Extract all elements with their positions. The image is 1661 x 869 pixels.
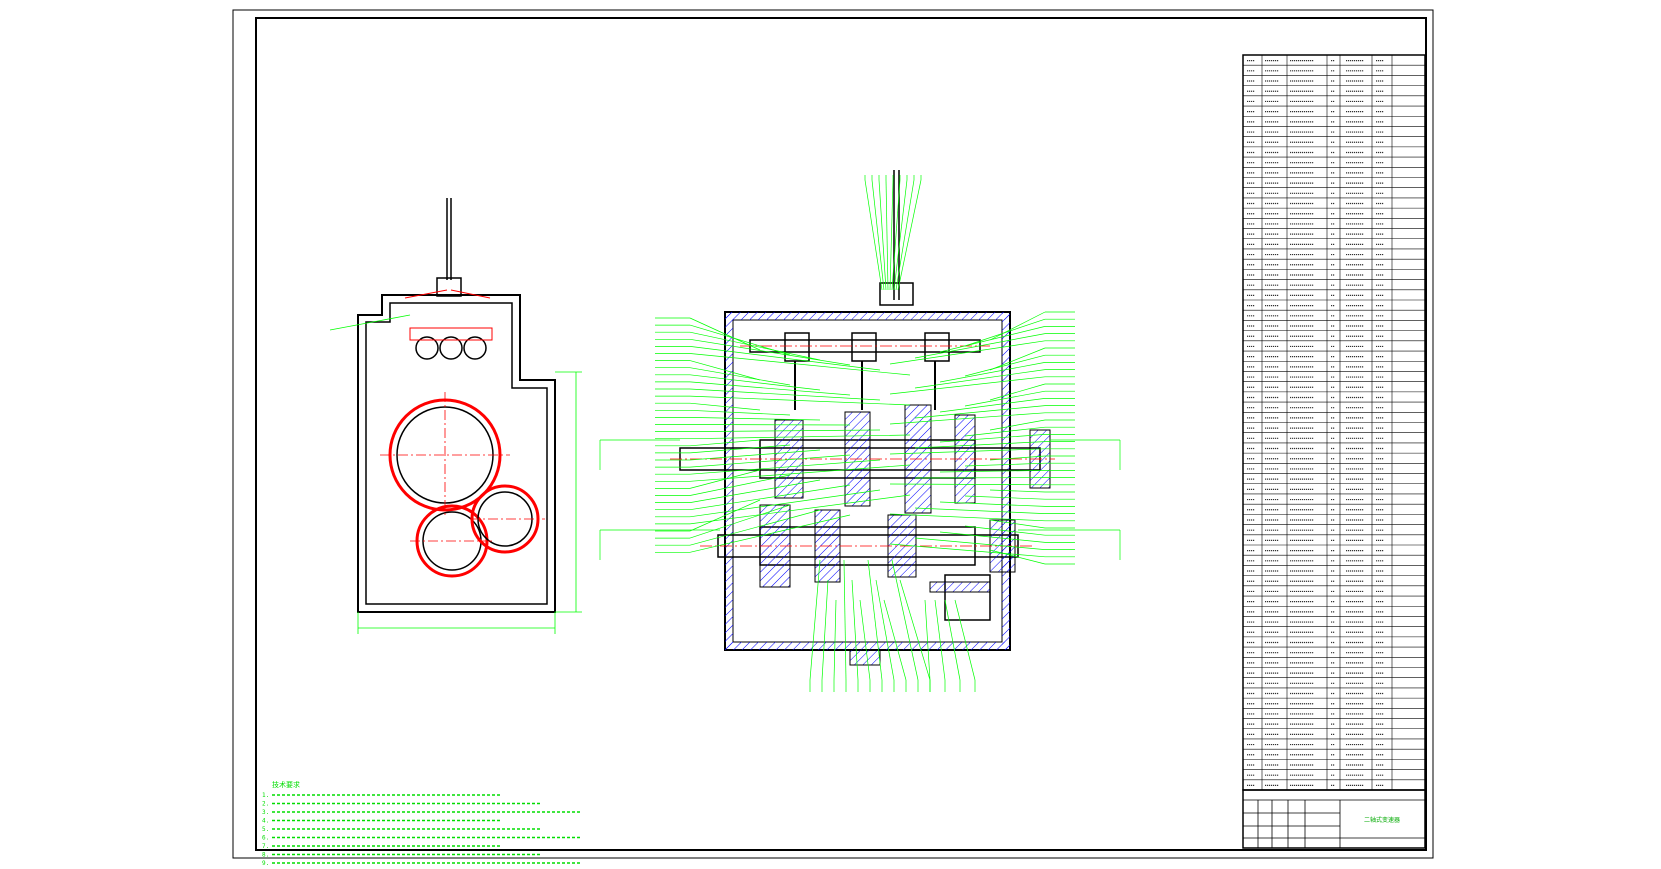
part-leader-line xyxy=(890,377,1045,394)
part-leader-line xyxy=(886,180,888,290)
part-leader-line xyxy=(690,495,910,524)
note-line-number: 5. xyxy=(262,826,269,833)
cad-drawing-sheet: 技术要求 1. 2.3. 4.5. 6.7. 8.9. 二轴式变速器 xyxy=(0,0,1661,865)
part-leader-line xyxy=(940,362,1045,382)
part-leader-line xyxy=(940,502,1045,506)
note-line-number: 4. xyxy=(262,818,269,825)
note-line-number: 8. xyxy=(262,852,269,859)
part-leader-line xyxy=(990,384,1045,400)
note-line-number: 9. xyxy=(262,860,269,865)
part-leader-line xyxy=(844,560,846,680)
part-leader-line xyxy=(935,600,945,680)
part-leader-line xyxy=(690,455,850,467)
part-leader-line xyxy=(834,600,836,680)
part-leader-line xyxy=(690,389,880,400)
part-leader-line xyxy=(990,348,1045,370)
note-line-number: 6. xyxy=(262,835,269,842)
side-view-dimensions xyxy=(330,315,582,634)
title-block-name: 二轴式变速器 xyxy=(1364,816,1400,824)
part-leader-line xyxy=(822,580,828,680)
front-section-view xyxy=(680,170,1050,665)
notes-lines: 1. 2.3. 4.5. 6.7. 8.9. xyxy=(262,792,582,865)
note-line-number: 3. xyxy=(262,809,269,816)
part-leader-line xyxy=(940,326,1045,352)
note-line-number: 2. xyxy=(262,801,269,808)
drawing-canvas: 技术要求 1. 2.3. 4.5. 6.7. 8.9. 二轴式变速器 xyxy=(0,0,1661,865)
part-leader-line xyxy=(940,398,1045,412)
part-leader-line xyxy=(890,180,893,290)
part-leader-line xyxy=(690,396,910,405)
part-leader-line xyxy=(990,420,1045,430)
inner-frame-border xyxy=(256,18,1426,850)
part-leader-line xyxy=(898,180,921,290)
part-leader-line xyxy=(690,425,850,426)
notes-heading: 技术要求 xyxy=(272,780,300,789)
part-leader-line xyxy=(915,334,1045,358)
part-leader-line xyxy=(990,490,1045,492)
outer-sheet-border xyxy=(233,10,1433,858)
part-leader-line xyxy=(892,560,918,680)
part-leader-line xyxy=(690,417,820,420)
bom-parts-table xyxy=(1243,55,1425,790)
technical-notes: 技术要求 1. 2.3. 4.5. 6.7. 8.9. xyxy=(262,780,582,865)
part-leader-line xyxy=(690,410,790,415)
part-leader-line xyxy=(690,375,820,390)
part-leader-line xyxy=(915,508,1045,514)
note-line-number: 7. xyxy=(262,843,269,850)
part-leader-line xyxy=(925,600,930,680)
part-leader-line xyxy=(860,600,870,680)
side-view-centerlines xyxy=(380,392,545,541)
note-line-number: 1. xyxy=(262,792,269,799)
side-view xyxy=(358,198,555,612)
part-leader-line xyxy=(915,442,1045,448)
part-leader-line xyxy=(884,600,906,680)
